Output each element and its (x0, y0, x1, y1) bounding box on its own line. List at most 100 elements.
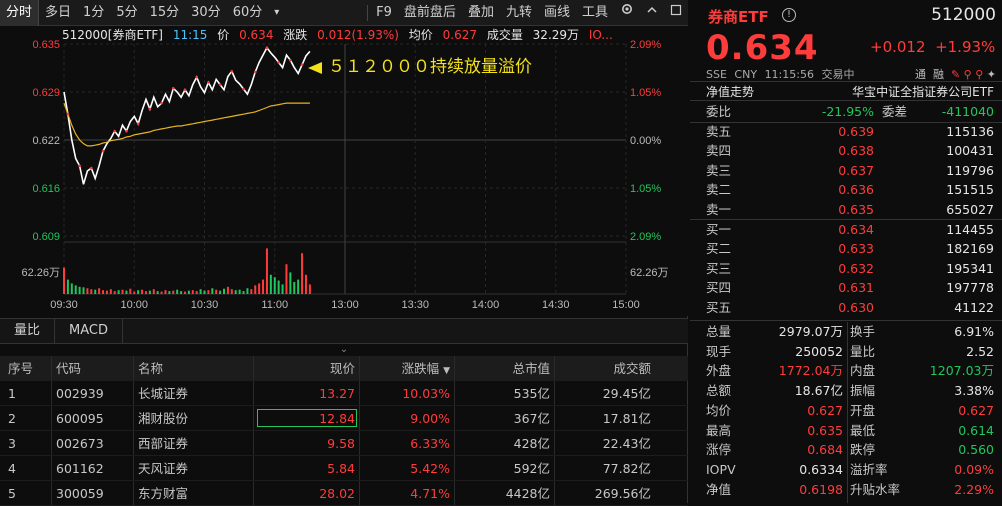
table-row[interactable]: 1 002939 长城证券 13.27 10.03% 535亿 29.45亿 (0, 381, 688, 406)
row-turnover: 22.43亿 (602, 436, 651, 451)
price-point (300, 63, 304, 66)
nav-trend-link[interactable]: 净值走势 (706, 83, 754, 101)
stat-value: 0.09% (954, 461, 994, 477)
volume-bar (113, 291, 116, 294)
volume-bar (98, 288, 101, 294)
ask-level-row[interactable]: 卖一 0.635 655027 (690, 200, 1002, 219)
stat-value: 0.635 (807, 422, 843, 438)
left-panel: 分时 多日 1分 5分 15分 30分 60分 ▾ F9 盘前盘后 叠加 九转 … (0, 0, 688, 506)
gear-icon[interactable] (614, 0, 640, 26)
ask-level-row[interactable]: 卖五 0.639 115136 (690, 122, 1002, 141)
more-icon[interactable]: ✦ (987, 68, 996, 81)
divider (690, 320, 1002, 321)
tab-5min[interactable]: 5分 (110, 0, 143, 26)
col-market-cap[interactable]: 总市值 (455, 356, 555, 380)
volume-bar (63, 267, 65, 294)
col-change-pct[interactable]: 涨跌幅 ▼ (360, 356, 455, 380)
edit-icon[interactable]: ✎ (951, 68, 960, 81)
tab-timeshare[interactable]: 分时 (0, 0, 40, 26)
volume-label-left: 62.26万 (21, 267, 60, 279)
tab-macd[interactable]: MACD (55, 319, 123, 343)
info-icon[interactable]: ! (782, 8, 796, 22)
bid-level-row[interactable]: 买五 0.630 41122 (690, 298, 1002, 317)
col-name[interactable]: 名称 (134, 356, 254, 380)
tab-15min[interactable]: 15分 (144, 0, 186, 26)
price-point (230, 70, 234, 73)
nine-turn-button[interactable]: 九转 (500, 0, 538, 26)
table-row[interactable]: 3 002673 西部证券 9.58 6.33% 428亿 22.43亿 (0, 431, 688, 456)
col-price[interactable]: 现价 (254, 356, 360, 380)
price-point (207, 81, 210, 84)
row-code: 300059 (52, 481, 134, 505)
quote-icons: 通 融 ✎ ⚲ ⚲ ✦ (915, 66, 996, 82)
table-row[interactable]: 5 300059 东方财富 28.02 4.71% 4428亿 269.56亿 (0, 481, 688, 506)
volume-bar (168, 291, 171, 294)
alert-icon[interactable]: ⚲ (964, 68, 972, 81)
period-dropdown-icon[interactable]: ▾ (268, 0, 285, 26)
pre-post-market-button[interactable]: 盘前盘后 (398, 0, 462, 26)
level-price: 0.637 (838, 162, 874, 178)
stat-value: 3.38% (954, 383, 994, 399)
col-turnover[interactable]: 成交额 (555, 356, 655, 380)
collapse-up-icon[interactable] (640, 0, 664, 26)
ask-level-row[interactable]: 卖二 0.636 151515 (690, 180, 1002, 199)
margin-rong-icon[interactable]: 融 (933, 68, 944, 81)
volume-bar (164, 290, 167, 294)
popout-icon[interactable] (664, 0, 688, 26)
row-market-cap: 367亿 (455, 406, 555, 430)
ask-level-row[interactable]: 卖三 0.637 119796 (690, 161, 1002, 180)
bid-level-row[interactable]: 买三 0.632 195341 (690, 259, 1002, 278)
volume-bar (308, 284, 311, 294)
volume-bar (269, 274, 272, 294)
tab-60min[interactable]: 60分 (227, 0, 269, 26)
volume-bar (242, 291, 245, 294)
row-change-pct: 10.03% (360, 381, 455, 405)
volume-bar (265, 248, 268, 294)
tab-volume-ratio[interactable]: 量比 (0, 319, 56, 343)
row-change-pct: 5.42% (360, 456, 455, 480)
collapse-handle[interactable]: ⌄ (0, 344, 688, 356)
chart-more: IO... (588, 28, 613, 42)
margin-tong-icon[interactable]: 通 (915, 68, 926, 81)
y-tick-label-left: 0.622 (32, 135, 60, 147)
stat-value: 0.627 (958, 402, 994, 418)
chart-avg-label: 均价 (408, 28, 433, 42)
draw-line-button[interactable]: 画线 (538, 0, 576, 26)
bid-level-row[interactable]: 买二 0.633 182169 (690, 239, 1002, 258)
tab-1min[interactable]: 1分 (77, 0, 110, 26)
table-body: 1 002939 长城证券 13.27 10.03% 535亿 29.45亿 2 600095 湘… (0, 381, 688, 506)
stat-label: 均价 (706, 402, 732, 418)
stat-label: 总量 (706, 324, 732, 339)
f9-button[interactable]: F9 (370, 0, 398, 26)
row-name: 长城证券 (134, 381, 254, 405)
tools-button[interactable]: 工具 (576, 0, 614, 26)
table-row[interactable]: 2 600095 湘财股份 12.84 9.00% 367亿 17.81亿 (0, 406, 688, 431)
level-volume: 182169 (946, 241, 994, 257)
volume-bar (223, 288, 226, 294)
volume-bar (297, 279, 300, 294)
security-name[interactable]: 券商ETF (708, 6, 769, 27)
x-tick-label: 10:00 (120, 299, 148, 311)
volume-bar (109, 289, 112, 294)
price-point (101, 149, 105, 153)
col-code[interactable]: 代码 (52, 356, 134, 380)
col-index[interactable]: 序号 (0, 356, 52, 380)
bid-level-row[interactable]: 买一 0.634 114455 (690, 220, 1002, 239)
tab-30min[interactable]: 30分 (185, 0, 227, 26)
level-price: 0.631 (838, 280, 874, 296)
price-point (265, 46, 269, 49)
price-point (289, 58, 292, 62)
bid-level-row[interactable]: 买四 0.631 197778 (690, 278, 1002, 297)
table-row[interactable]: 4 601162 天风证券 5.84 5.42% 592亿 77.82亿 (0, 456, 688, 481)
volume-bar (273, 277, 276, 294)
row-market-cap: 4428亿 (455, 481, 555, 505)
volume-bar (176, 289, 179, 294)
ask-level-row[interactable]: 卖四 0.638 100431 (690, 141, 1002, 160)
chart-avg: 0.627 (442, 28, 477, 42)
tab-multi-day[interactable]: 多日 (39, 0, 77, 26)
stat-label: 升贴水率 (850, 481, 901, 497)
volume-bar (238, 289, 241, 294)
row-name: 西部证券 (134, 431, 254, 455)
overlay-button[interactable]: 叠加 (462, 0, 500, 26)
search-icon[interactable]: ⚲ (975, 68, 983, 81)
